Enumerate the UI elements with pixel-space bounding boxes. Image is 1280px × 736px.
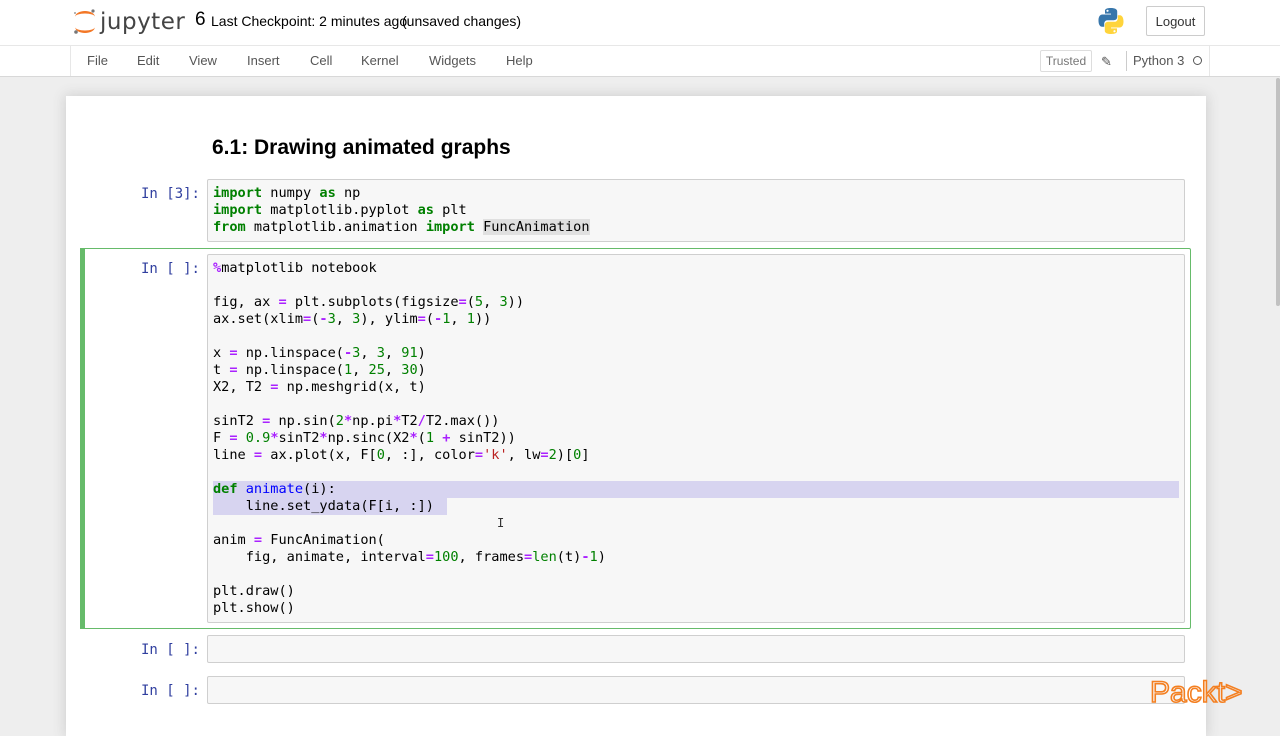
markdown-heading: 6.1: Drawing animated graphs: [212, 136, 511, 159]
cell-2-prompt: In [ ]:: [140, 261, 200, 277]
code-line: def animate(i):: [213, 481, 336, 497]
code-line: t = np.linspace(1, 25, 30): [213, 362, 426, 378]
menu-help[interactable]: Help: [506, 53, 533, 68]
menu-cell[interactable]: Cell: [310, 53, 332, 68]
cell-3-prompt: In [ ]:: [140, 642, 200, 658]
mouse-ibeam-cursor-icon: I: [497, 516, 505, 530]
notebook-title[interactable]: 6: [195, 9, 206, 31]
code-line: plt.show(): [213, 600, 295, 616]
cell-1-prompt: In [3]:: [140, 186, 200, 202]
autosave-status: (unsaved changes): [402, 13, 522, 29]
page-scrollbar[interactable]: [1276, 78, 1280, 306]
jupyter-logo-text: jupyter: [100, 9, 186, 35]
packt-watermark-logo: Packt>: [1150, 675, 1243, 710]
kernel-idle-indicator-icon: [1193, 56, 1202, 65]
code-line: X2, T2 = np.meshgrid(x, t): [213, 379, 426, 395]
jupyter-logo-icon: [74, 9, 95, 34]
menu-view[interactable]: View: [189, 53, 217, 68]
cell-2-code: %matplotlib notebook fig, ax = plt.subpl…: [213, 260, 606, 617]
menu-kernel[interactable]: Kernel: [361, 53, 399, 68]
code-line: plt.draw(): [213, 583, 295, 599]
code-line: line.set_ydata(F[i, :]): [213, 498, 434, 514]
python-logo-icon: [1098, 8, 1124, 34]
menu-file[interactable]: File: [87, 53, 108, 68]
code-line: x = np.linspace(-3, 3, 91): [213, 345, 426, 361]
code-line: from matplotlib.animation import FuncAni…: [213, 219, 590, 235]
edit-mode-pencil-icon: ✎: [1101, 54, 1112, 69]
code-line: ax.set(xlim=(-3, 3), ylim=(-1, 1)): [213, 311, 492, 327]
code-line: F = 0.9*sinT2*np.sinc(X2*(1 + sinT2)): [213, 430, 516, 446]
kernel-divider: [1126, 51, 1127, 71]
code-line: fig, ax = plt.subplots(figsize=(5, 3)): [213, 294, 525, 310]
code-line: import numpy as np: [213, 185, 361, 201]
menu-insert[interactable]: Insert: [247, 53, 280, 68]
packt-watermark-text: Packt>: [1150, 676, 1243, 709]
code-line: line = ax.plot(x, F[0, :], color='k', lw…: [213, 447, 590, 463]
jupyter-logo[interactable]: jupyter: [72, 6, 185, 38]
kernel-name[interactable]: Python 3: [1133, 53, 1184, 68]
code-line: import matplotlib.pyplot as plt: [213, 202, 467, 218]
cell-4-input[interactable]: [207, 676, 1185, 704]
trusted-badge[interactable]: Trusted: [1040, 50, 1092, 72]
header-bar: jupyter 6 Last Checkpoint: 2 minutes ago…: [0, 0, 1280, 46]
cell-4-prompt: In [ ]:: [140, 683, 200, 699]
code-line: fig, animate, interval=100, frames=len(t…: [213, 549, 606, 565]
logout-button[interactable]: Logout: [1146, 6, 1205, 36]
code-line: %matplotlib notebook: [213, 260, 377, 276]
cell-3-input[interactable]: [207, 635, 1185, 663]
menu-widgets[interactable]: Widgets: [429, 53, 476, 68]
menubar-container: File Edit View Insert Cell Kernel Widget…: [70, 46, 1210, 76]
code-line: sinT2 = np.sin(2*np.pi*T2/T2.max()): [213, 413, 500, 429]
menubar: File Edit View Insert Cell Kernel Widget…: [0, 46, 1280, 77]
edit-mode-indicator: [80, 248, 85, 629]
menu-edit[interactable]: Edit: [137, 53, 159, 68]
cell-1-code: import numpy as np import matplotlib.pyp…: [213, 185, 590, 236]
checkpoint-status: Last Checkpoint: 2 minutes ago: [211, 13, 408, 29]
code-line: anim = FuncAnimation(: [213, 532, 385, 548]
